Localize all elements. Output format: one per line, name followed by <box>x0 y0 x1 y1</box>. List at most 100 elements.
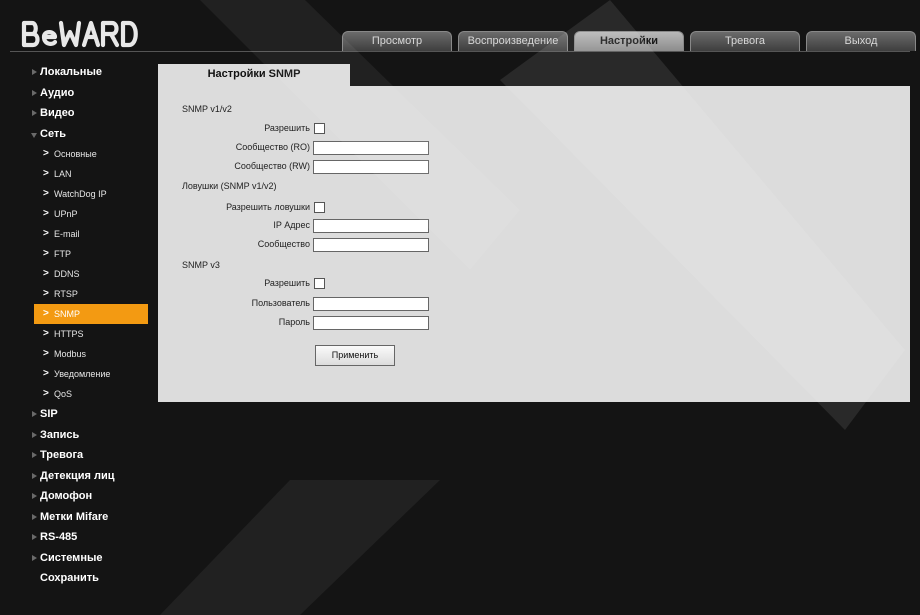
arrow-right-icon <box>32 452 37 458</box>
sidebar-sub-notification[interactable]: > Уведомление <box>18 364 158 384</box>
sidebar-sub-ddns[interactable]: > DDNS <box>18 264 158 284</box>
arrow-right-icon <box>32 431 37 438</box>
sidebar-sub-label: E-mail <box>54 229 80 239</box>
sidebar-item-record[interactable]: Запись <box>18 425 158 446</box>
arrow-right-icon <box>32 472 37 479</box>
field-label: IP Адрес <box>273 220 310 230</box>
sidebar-item-intercom[interactable]: Домофон <box>18 486 158 507</box>
sidebar-item-label: Локальные <box>40 66 102 78</box>
sidebar-item-video[interactable]: Видео <box>18 103 158 124</box>
sidebar-sub-label: Основные <box>54 149 97 159</box>
sidebar-sub-label: DDNS <box>54 269 80 279</box>
sidebar-sub-label: SNMP <box>54 309 81 319</box>
sidebar-item-label: Метки Mifare <box>40 510 109 523</box>
chevron-right-icon: > <box>43 188 49 199</box>
v3-enable-checkbox[interactable] <box>314 278 325 289</box>
chevron-right-icon: > <box>43 308 49 319</box>
section-heading-traps: Ловушки (SNMP v1/v2) <box>182 181 277 191</box>
sidebar-sub-basic[interactable]: > Основные <box>18 144 158 164</box>
trap-ip-row: IP Адрес <box>158 219 468 233</box>
header-divider <box>10 51 910 52</box>
chevron-right-icon: > <box>43 388 49 399</box>
v3-user-row: Пользователь <box>158 297 468 311</box>
arrow-right-icon <box>32 513 37 520</box>
sidebar-item-rs485[interactable]: RS-485 <box>18 527 158 548</box>
community-ro-row: Сообщество (RO) <box>158 141 468 155</box>
sidebar-item-label: Аудио <box>40 86 75 99</box>
sidebar-item-label: SIP <box>40 408 58 420</box>
tab-logout[interactable]: Выход <box>806 31 916 51</box>
section-heading-v1v2: SNMP v1/v2 <box>182 104 232 114</box>
chevron-right-icon: > <box>43 348 49 359</box>
sidebar-item-system[interactable]: Системные <box>18 548 158 569</box>
sidebar-sub-lan[interactable]: > LAN <box>18 164 158 184</box>
sidebar-item-label: Сеть <box>40 127 67 140</box>
community-rw-row: Сообщество (RW) <box>158 160 468 174</box>
tab-settings[interactable]: Настройки <box>574 31 684 51</box>
arrow-right-icon <box>32 554 37 561</box>
chevron-right-icon: > <box>43 168 49 179</box>
v3-user-input[interactable] <box>313 297 429 311</box>
field-label: Сообщество <box>257 239 310 249</box>
chevron-right-icon: > <box>43 328 49 339</box>
sidebar-sub-ftp[interactable]: > FTP <box>18 244 158 264</box>
field-label: Разрешить <box>264 123 310 133</box>
community-ro-input[interactable] <box>313 141 429 155</box>
traps-enable-checkbox[interactable] <box>314 202 325 213</box>
sidebar-item-alarm[interactable]: Тревога <box>18 445 158 466</box>
chevron-right-icon: > <box>43 288 49 299</box>
sidebar-item-label: Системные <box>40 551 103 564</box>
beward-logo <box>21 20 138 48</box>
apply-button[interactable]: Применить <box>315 345 395 366</box>
sidebar-sub-label: HTTPS <box>54 329 84 339</box>
community-rw-input[interactable] <box>313 160 429 174</box>
panel-title-tab: Настройки SNMP <box>158 64 350 86</box>
sidebar-sub-label: LAN <box>54 169 72 179</box>
sidebar-item-mifare[interactable]: Метки Mifare <box>18 507 158 528</box>
sidebar-item-audio[interactable]: Аудио <box>18 83 158 104</box>
sidebar-sub-https[interactable]: > HTTPS <box>18 324 158 344</box>
arrow-right-icon <box>32 110 37 116</box>
section-heading-v3: SNMP v3 <box>182 260 220 270</box>
sidebar-item-sip[interactable]: SIP <box>18 404 158 425</box>
arrow-right-icon <box>32 534 37 540</box>
sidebar-item-label: Тревога <box>40 449 84 461</box>
sidebar-sub-label: UPnP <box>54 209 78 219</box>
tab-alarm[interactable]: Тревога <box>690 31 800 51</box>
sidebar-sub-label: RTSP <box>54 289 78 299</box>
field-label: Сообщество (RW) <box>234 161 310 171</box>
v3-password-input[interactable] <box>313 316 429 330</box>
trap-community-input[interactable] <box>313 238 429 252</box>
sidebar-sub-qos[interactable]: > QoS <box>18 384 158 404</box>
trap-ip-input[interactable] <box>313 219 429 233</box>
sidebar-sub-upnp[interactable]: > UPnP <box>18 204 158 224</box>
trap-community-row: Сообщество <box>158 238 468 252</box>
app-frame: Просмотр Воспроизведение Настройки Трево… <box>0 0 920 615</box>
sidebar-item-save[interactable]: Сохранить <box>18 568 158 589</box>
v1v2-enable-checkbox[interactable] <box>314 123 325 134</box>
sidebar-sub-modbus[interactable]: > Modbus <box>18 344 158 364</box>
chevron-right-icon: > <box>43 248 49 259</box>
tab-view[interactable]: Просмотр <box>342 31 452 51</box>
sidebar-sub-label: FTP <box>54 249 71 259</box>
sidebar-item-local[interactable]: Локальные <box>18 62 158 83</box>
sidebar-item-network[interactable]: Сеть <box>18 124 158 145</box>
v3-enable-row: Разрешить <box>158 277 468 291</box>
chevron-right-icon: > <box>43 228 49 239</box>
tab-playback[interactable]: Воспроизведение <box>458 31 568 51</box>
arrow-right-icon <box>32 411 37 417</box>
sidebar-sub-label: WatchDog IP <box>54 189 107 199</box>
arrow-right-icon <box>32 69 37 75</box>
chevron-right-icon: > <box>43 148 49 159</box>
chevron-right-icon: > <box>43 368 49 379</box>
sidebar-sub-watchdog[interactable]: > WatchDog IP <box>18 184 158 204</box>
v3-password-row: Пароль <box>158 316 468 330</box>
field-label: Пользователь <box>251 298 310 308</box>
main-tabs: Просмотр Воспроизведение Настройки Трево… <box>342 31 916 51</box>
sidebar: Локальные Аудио Видео Сеть > Основные > LA… <box>18 62 158 589</box>
sidebar-sub-email[interactable]: > E-mail <box>18 224 158 244</box>
sidebar-sub-snmp[interactable]: > SNMP <box>34 304 148 324</box>
sidebar-item-face-detection[interactable]: Детекция лиц <box>18 466 158 487</box>
arrow-down-icon <box>31 132 37 138</box>
sidebar-sub-rtsp[interactable]: > RTSP <box>18 284 158 304</box>
